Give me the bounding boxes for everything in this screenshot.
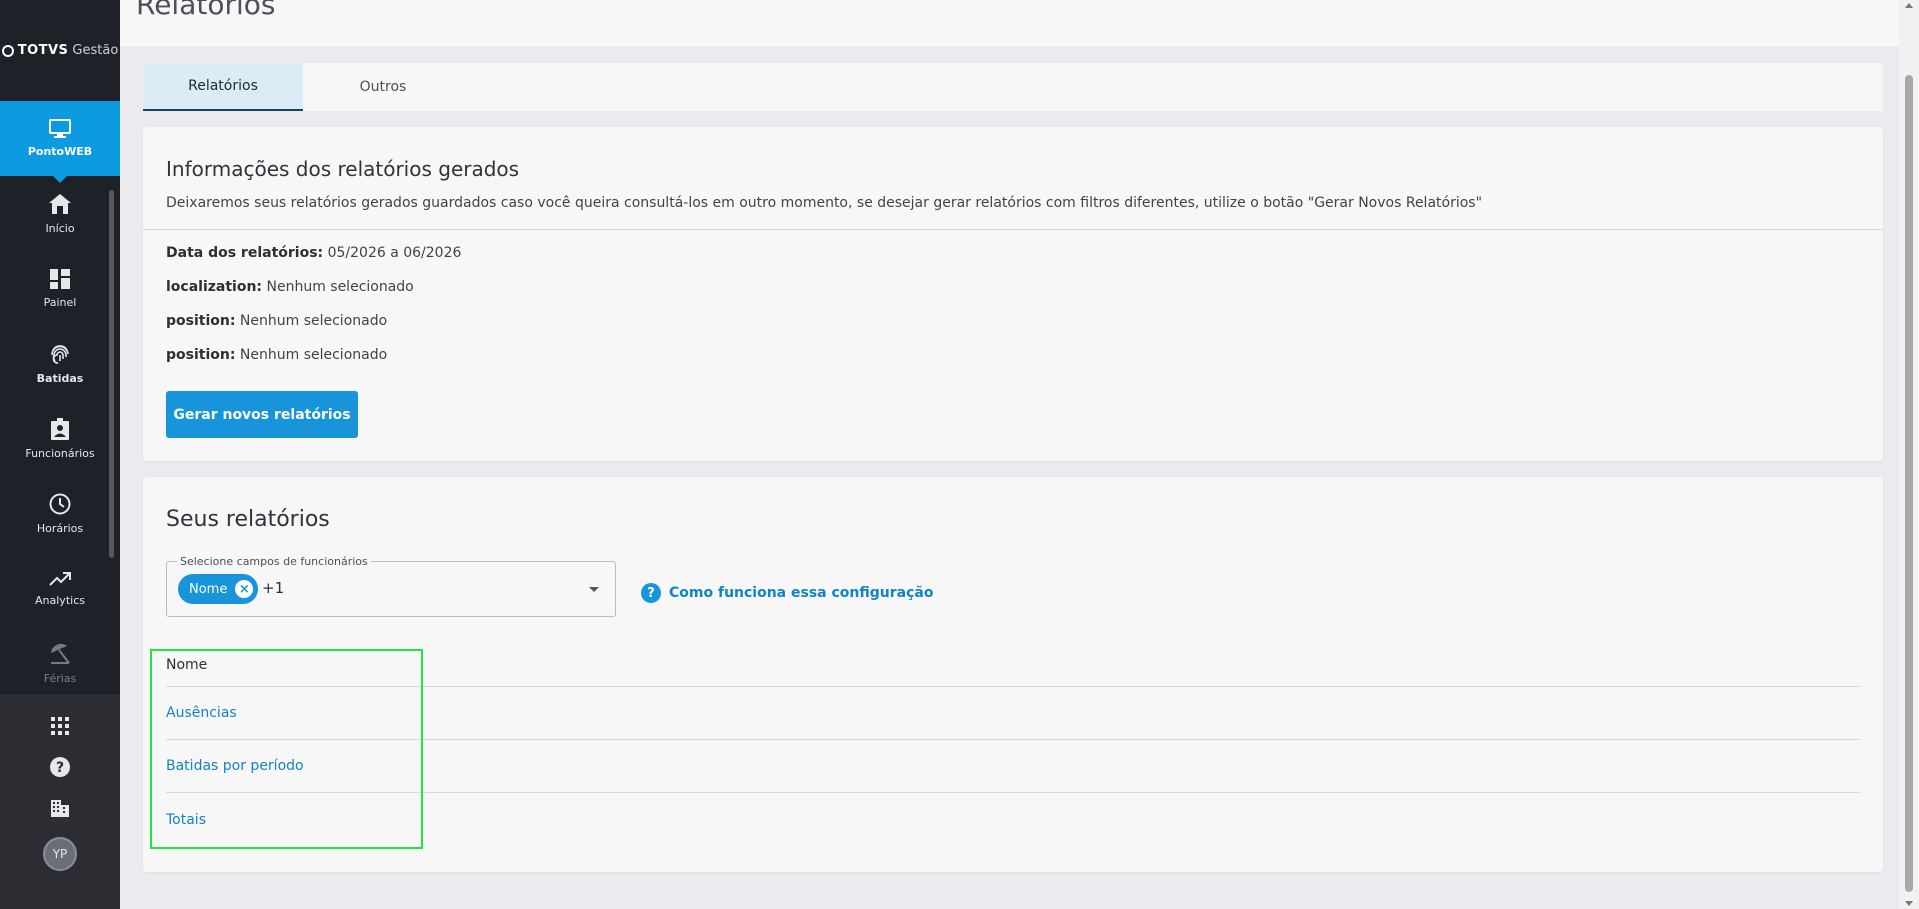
home-icon — [49, 193, 71, 214]
main-content: Relatórios Relatórios Outros Informações… — [120, 0, 1899, 909]
trending-up-icon — [49, 571, 71, 586]
info-card-title: Informações dos relatórios gerados — [166, 157, 520, 181]
position-field: position: Nenhum selecionado — [166, 313, 387, 329]
info-card: Informações dos relatórios gerados Deixa… — [143, 127, 1883, 461]
table-row[interactable]: Ausências — [166, 687, 1860, 740]
apps-grid-icon[interactable] — [48, 714, 72, 738]
sidebar: TOTVS Gestão PontoWEB Início Painel Bati… — [0, 0, 120, 909]
fingerprint-icon — [51, 344, 69, 364]
help-link-label: Como funciona essa configuração — [669, 585, 934, 601]
sidebar-item-label: Funcionários — [25, 446, 95, 460]
scroll-down-icon[interactable] — [1905, 901, 1913, 906]
page-scrollbar[interactable] — [1899, 0, 1919, 909]
chevron-down-icon[interactable] — [589, 587, 599, 592]
module-pontoweb[interactable]: PontoWEB — [0, 101, 120, 183]
monitor-icon — [49, 119, 71, 138]
tab-outros[interactable]: Outros — [303, 63, 463, 111]
field-label: Data dos relatórios: — [166, 245, 324, 261]
sidebar-item-batidas[interactable]: Batidas — [0, 326, 120, 401]
sidebar-bottom: ? YP — [0, 694, 120, 909]
reports-card-title: Seus relatórios — [166, 507, 330, 532]
scroll-up-icon[interactable] — [1905, 3, 1913, 8]
field-label: localization: — [166, 279, 263, 295]
select-legend: Selecione campos de funcionários — [177, 555, 371, 568]
position-field: position: Nenhum selecionado — [166, 347, 387, 363]
sidebar-item-label: Férias — [43, 671, 77, 685]
report-date-field: Data dos relatórios: 05/2026 a 06/2026 — [166, 245, 461, 261]
sidebar-nav: Início Painel Batidas Funcionários Horár… — [0, 176, 120, 695]
more-count: +1 — [262, 579, 285, 597]
table-row[interactable]: Batidas por período — [166, 740, 1860, 793]
scrollbar-thumb[interactable] — [1905, 75, 1913, 892]
totvs-logo-icon — [1, 44, 14, 57]
help-link[interactable]: ? Como funciona essa configuração — [641, 583, 933, 603]
field-value: Nenhum selecionado — [239, 347, 388, 363]
sidebar-item-label: Analytics — [35, 593, 85, 607]
avatar-initials: YP — [52, 847, 68, 861]
localization-field: localization: Nenhum selecionado — [166, 279, 414, 295]
sidebar-item-funcionarios[interactable]: Funcionários — [0, 401, 120, 476]
brand-suffix: Gestão — [72, 43, 119, 58]
question-icon: ? — [641, 583, 661, 603]
badge-icon — [51, 417, 69, 440]
employee-fields-select[interactable]: Selecione campos de funcionários Nome × … — [166, 555, 616, 617]
table-header: Nome — [166, 644, 1860, 687]
field-value: 05/2026 a 06/2026 — [327, 245, 462, 261]
divider — [143, 229, 1883, 230]
brand-logo[interactable]: TOTVS Gestão — [0, 0, 120, 101]
sidebar-item-horarios[interactable]: Horários — [0, 476, 120, 551]
sidebar-scrollbar[interactable] — [109, 190, 114, 558]
page-title: Relatórios — [136, 0, 276, 21]
reports-card: Seus relatórios Selecione campos de func… — [143, 477, 1883, 872]
avatar[interactable]: YP — [43, 837, 77, 871]
chip-label: Nome — [189, 581, 228, 597]
svg-text:?: ? — [56, 760, 64, 776]
field-label: position: — [166, 313, 236, 329]
field-value: Nenhum selecionado — [239, 313, 388, 329]
tab-bar: Relatórios Outros — [143, 63, 1883, 111]
sidebar-item-inicio[interactable]: Início — [0, 176, 120, 251]
sidebar-item-analytics[interactable]: Analytics — [0, 551, 120, 626]
table-row[interactable]: Totais — [166, 793, 1860, 846]
page-header: Relatórios — [120, 0, 1899, 46]
help-icon[interactable]: ? — [48, 755, 72, 779]
reports-table: Nome Ausências Batidas por período Totai… — [166, 644, 1860, 846]
sidebar-item-label: Horários — [36, 521, 84, 535]
module-label: PontoWEB — [27, 145, 93, 158]
sidebar-item-ferias[interactable]: Férias — [0, 626, 120, 695]
sidebar-item-label: Batidas — [36, 371, 84, 385]
selected-chip: Nome × — [178, 574, 258, 604]
sidebar-item-label: Início — [45, 221, 75, 235]
generate-reports-button[interactable]: Gerar novos relatórios — [166, 391, 358, 438]
sidebar-item-label: Painel — [43, 295, 77, 309]
info-card-description: Deixaremos seus relatórios gerados guard… — [166, 195, 1483, 211]
tab-relatorios[interactable]: Relatórios — [143, 63, 303, 111]
beach-umbrella-icon — [51, 643, 70, 664]
field-label: position: — [166, 347, 236, 363]
dashboard-icon — [50, 268, 70, 289]
sidebar-item-painel[interactable]: Painel — [0, 251, 120, 326]
brand-name: TOTVS — [17, 43, 69, 58]
chip-remove-icon[interactable]: × — [235, 580, 254, 598]
clock-icon — [49, 493, 71, 514]
field-value: Nenhum selecionado — [266, 279, 414, 295]
building-icon[interactable] — [48, 796, 72, 820]
